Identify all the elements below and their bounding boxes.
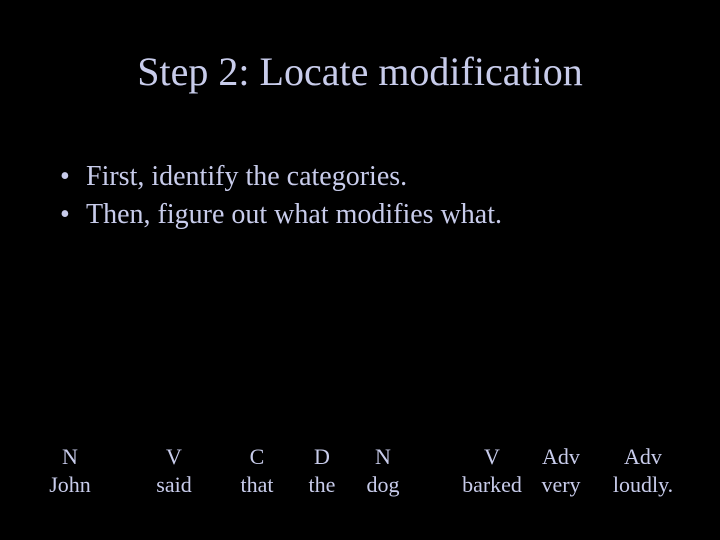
slide-title: Step 2: Locate modification: [0, 48, 720, 95]
word-col: C that: [232, 443, 282, 498]
word-label: that: [232, 471, 282, 499]
word-col: Adv loudly.: [604, 443, 682, 498]
word-col: V said: [148, 443, 200, 498]
bullet-list: • First, identify the categories. • Then…: [60, 158, 660, 234]
bullet-item: • Then, figure out what modifies what.: [60, 196, 660, 234]
sentence-row: N John V said C that D the N dog V barke…: [0, 443, 720, 498]
word-label: barked: [456, 471, 528, 499]
word-label: loudly.: [604, 471, 682, 499]
word-label: very: [534, 471, 588, 499]
word-col: V barked: [456, 443, 528, 498]
word-label: the: [300, 471, 344, 499]
word-col: N John: [40, 443, 100, 498]
bullet-item: • First, identify the categories.: [60, 158, 660, 196]
word-col: D the: [300, 443, 344, 498]
word-col: N dog: [358, 443, 408, 498]
bullet-dot-icon: •: [60, 158, 86, 196]
bullet-dot-icon: •: [60, 196, 86, 234]
category-label: Adv: [534, 443, 588, 471]
bullet-text: First, identify the categories.: [86, 158, 407, 196]
category-label: N: [358, 443, 408, 471]
category-label: V: [456, 443, 528, 471]
category-label: N: [40, 443, 100, 471]
category-label: C: [232, 443, 282, 471]
category-label: V: [148, 443, 200, 471]
word-label: dog: [358, 471, 408, 499]
word-label: said: [148, 471, 200, 499]
word-label: John: [40, 471, 100, 499]
word-col: Adv very: [534, 443, 588, 498]
bullet-text: Then, figure out what modifies what.: [86, 196, 502, 234]
category-label: D: [300, 443, 344, 471]
slide: Step 2: Locate modification • First, ide…: [0, 0, 720, 540]
category-label: Adv: [604, 443, 682, 471]
